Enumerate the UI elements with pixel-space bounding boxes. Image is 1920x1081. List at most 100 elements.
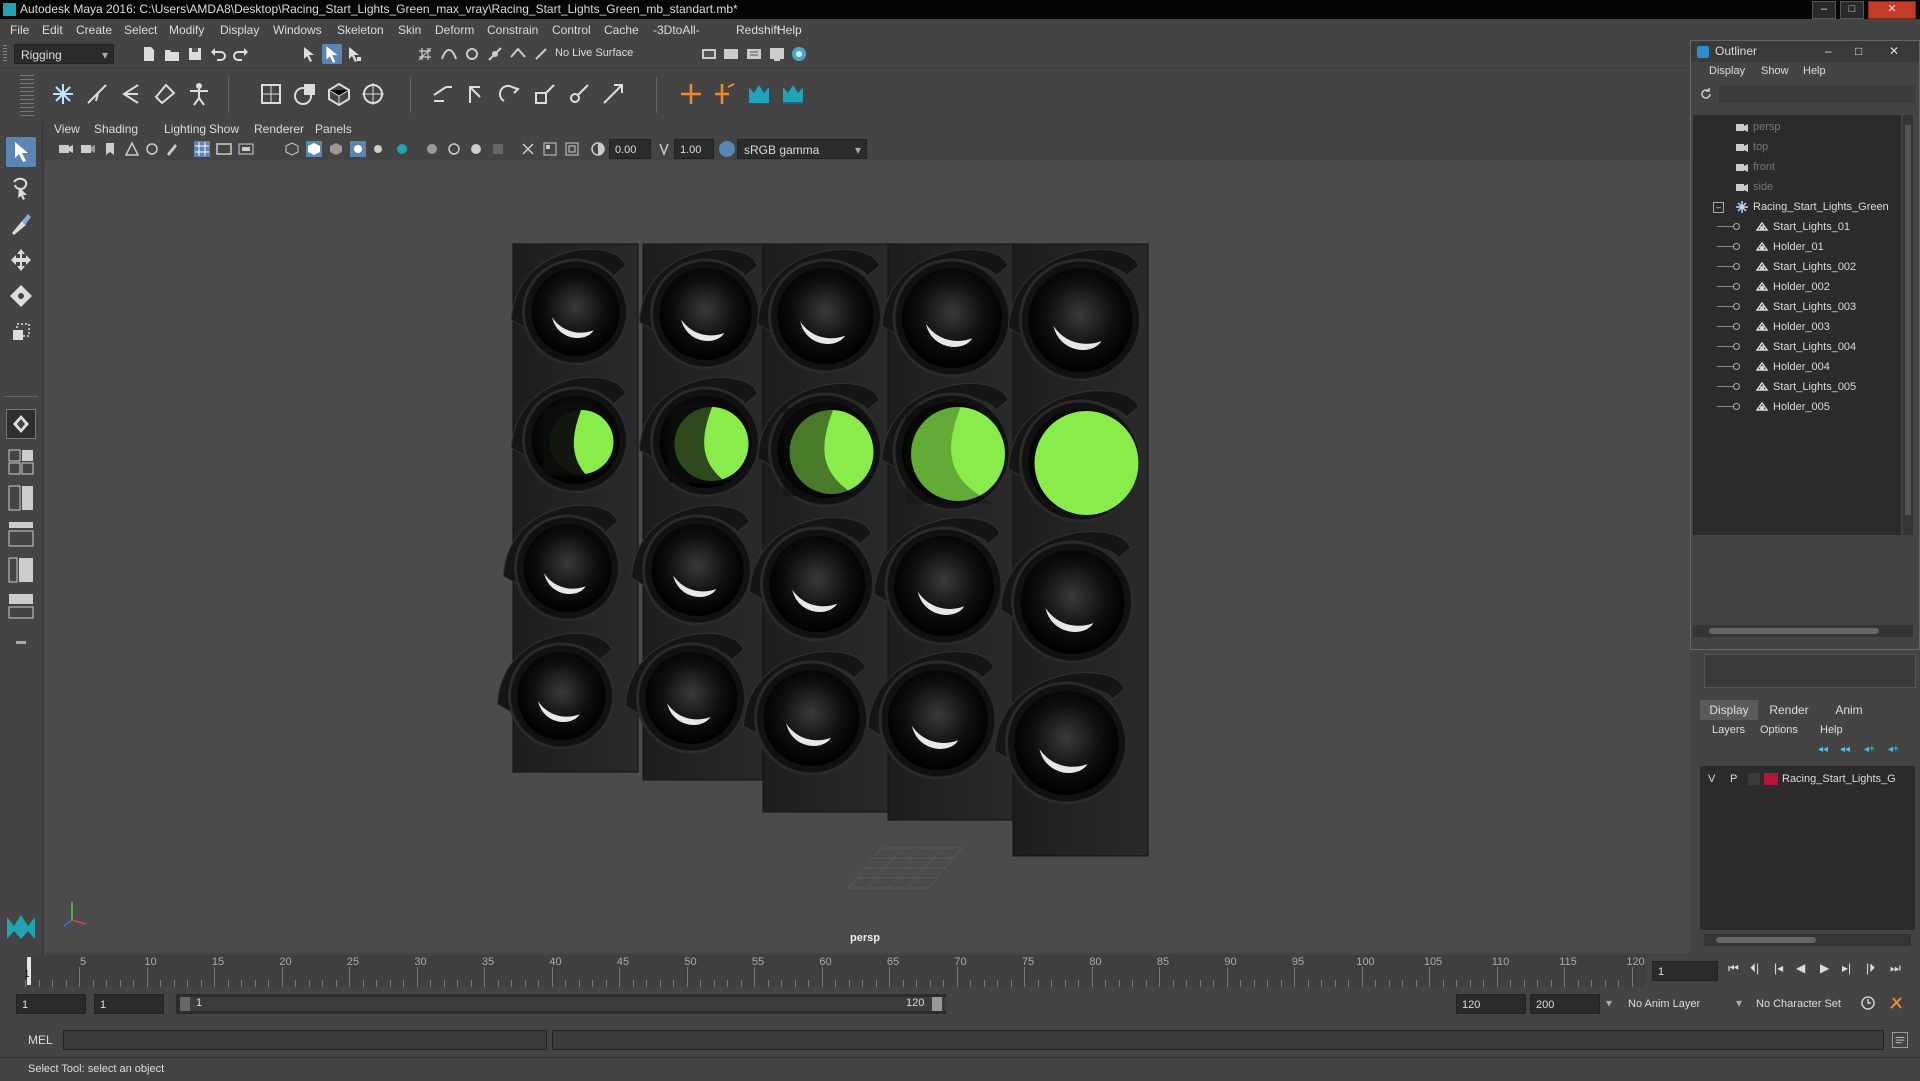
lattice-icon[interactable] (326, 81, 352, 107)
outliner-item[interactable]: Start_Lights_01 (1693, 217, 1899, 237)
outliner-item[interactable]: Start_Lights_005 (1693, 377, 1899, 397)
gamma-field[interactable]: 1.00 (674, 139, 714, 159)
menu-file[interactable]: File (10, 23, 29, 37)
film-gate-icon[interactable] (216, 141, 232, 157)
grease-pencil-icon[interactable] (164, 141, 180, 157)
group-locator-icon[interactable] (712, 81, 738, 107)
panel-menu-renderer[interactable]: Renderer (254, 122, 304, 136)
menu-modify[interactable]: Modify (169, 23, 204, 37)
maximize-button[interactable]: □ (1840, 1, 1864, 19)
menu-redshift[interactable]: Redshift (736, 23, 780, 37)
command-language-label[interactable]: MEL (28, 1033, 53, 1047)
new-layer-selected-icon[interactable]: ◂+ (1888, 744, 1904, 756)
humanik-icon[interactable] (186, 81, 212, 107)
outliner-item[interactable]: – Racing_Start_Lights_Green (1693, 197, 1899, 217)
maximize-icon[interactable]: □ (1855, 41, 1862, 62)
close-icon[interactable]: ✕ (1889, 41, 1899, 62)
select-hierarchy-icon[interactable] (300, 45, 318, 63)
menu-display[interactable]: Display (220, 23, 259, 37)
menu-help[interactable]: Help (777, 23, 802, 37)
light-lens[interactable] (1028, 268, 1133, 372)
panel-menu-panels[interactable]: Panels (315, 122, 352, 136)
outliner-vscrollbar[interactable] (1903, 115, 1913, 535)
light-lens[interactable] (1020, 550, 1125, 654)
outliner-item[interactable]: Holder_002 (1693, 277, 1899, 297)
scale-constraint-icon[interactable] (532, 81, 558, 107)
light-lens[interactable] (651, 524, 744, 616)
select-tool-icon[interactable] (6, 137, 36, 167)
play-backwards-icon[interactable]: ◀ (1796, 961, 1805, 975)
animation-end-field[interactable]: 200 (1530, 994, 1600, 1014)
camera-lock-icon[interactable] (80, 141, 96, 157)
menu-select[interactable]: Select (124, 23, 157, 37)
script-editor-icon[interactable] (1892, 1032, 1908, 1048)
snap-curve-icon[interactable] (440, 45, 458, 63)
light-lens[interactable] (659, 268, 752, 360)
layer-playback-toggle[interactable]: P (1730, 770, 1737, 788)
light-lens[interactable] (517, 652, 606, 740)
perspective-viewport[interactable] (45, 160, 1690, 953)
panel-menu-show[interactable]: Show (209, 122, 239, 136)
layer-menu-options[interactable]: Options (1760, 724, 1798, 736)
close-button[interactable]: ✕ (1868, 1, 1916, 19)
outliner-item[interactable]: persp (1693, 117, 1899, 137)
animation-start-field[interactable]: 1 (16, 994, 86, 1014)
hypershade-layout-icon[interactable] (6, 591, 36, 621)
aim-constraint-icon[interactable] (566, 81, 592, 107)
layer-hscroll-thumb[interactable] (1716, 937, 1816, 943)
panel-menu-shading[interactable]: Shading (94, 122, 138, 136)
character-set-dropdown[interactable]: No Character Set (1750, 994, 1866, 1014)
step-forward-key-icon[interactable]: ▸| (1842, 961, 1851, 975)
shadows-icon[interactable] (372, 141, 388, 157)
mash-icon[interactable] (746, 81, 772, 107)
move-layer-down-icon[interactable]: ◂◂ (1840, 744, 1856, 756)
panel-menu-view[interactable]: View (54, 122, 80, 136)
graph-persp-layout-icon[interactable] (6, 555, 36, 585)
hud-icon[interactable] (542, 141, 558, 157)
ipr-render-icon[interactable] (745, 45, 763, 63)
light-lens[interactable] (763, 670, 860, 766)
outliner-item[interactable]: Holder_005 (1693, 397, 1899, 417)
chevron-down-icon[interactable]: ▾ (1606, 996, 1612, 1010)
outliner-item[interactable]: front (1693, 157, 1899, 177)
menu-constrain[interactable]: Constrain (487, 23, 538, 37)
outliner-titlebar[interactable]: Outliner – □ ✕ (1691, 41, 1919, 62)
save-scene-icon[interactable] (186, 45, 204, 63)
render-view-icon[interactable] (768, 45, 786, 63)
layer-visibility-toggle[interactable]: V (1708, 770, 1715, 788)
xray-icon[interactable] (446, 141, 462, 157)
layer-tab-anim[interactable]: Anim (1820, 700, 1878, 720)
ik-handle-icon[interactable] (84, 81, 110, 107)
collapse-icon[interactable]: – (1713, 202, 1724, 213)
use-lights-icon[interactable] (350, 141, 366, 157)
bookmark-icon[interactable] (102, 141, 118, 157)
ambient-occlusion-icon[interactable] (394, 141, 410, 157)
menu-create[interactable]: Create (76, 23, 112, 37)
light-lens[interactable] (645, 652, 738, 744)
color-management-icon[interactable] (719, 141, 735, 157)
orient-constraint-icon[interactable] (498, 81, 524, 107)
hypershade-icon[interactable] (790, 45, 808, 63)
snap-grid-icon[interactable] (416, 45, 434, 63)
anim-layer-dropdown[interactable]: No Anim Layer (1622, 994, 1738, 1014)
range-start-grip[interactable] (180, 997, 190, 1011)
cluster-icon[interactable] (360, 81, 386, 107)
outliner-item[interactable]: Holder_003 (1693, 317, 1899, 337)
select-component-icon[interactable] (345, 45, 363, 63)
redo-icon[interactable] (232, 45, 250, 63)
wireframe-icon[interactable] (284, 141, 300, 157)
menu-3dtoall[interactable]: -3DtoAll- (653, 23, 700, 37)
image-plane-icon[interactable] (124, 141, 140, 157)
menu-skin[interactable]: Skin (398, 23, 421, 37)
menu-windows[interactable]: Windows (273, 23, 322, 37)
select-object-icon[interactable] (322, 44, 342, 64)
panel-menu-lighting[interactable]: Lighting (164, 122, 206, 136)
two-view-layout-icon[interactable] (6, 483, 36, 513)
resolution-gate-icon[interactable] (238, 141, 254, 157)
pole-vector-icon[interactable] (600, 81, 626, 107)
open-scene-icon[interactable] (163, 45, 181, 63)
go-to-end-icon[interactable]: ⏭ (1890, 961, 1901, 976)
light-lens[interactable] (1014, 691, 1119, 795)
outliner-hscroll-thumb[interactable] (1709, 628, 1879, 634)
minimize-button[interactable]: – (1812, 1, 1836, 19)
